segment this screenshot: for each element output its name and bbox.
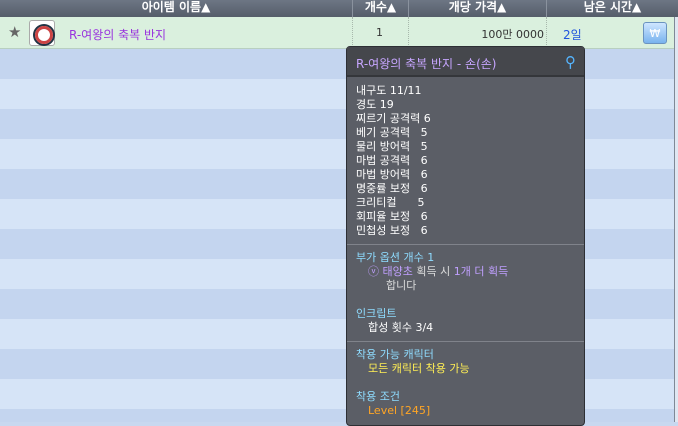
stat-line: 마법 방어력 6	[356, 168, 428, 181]
char-value: 모든 캐릭터 착용 가능	[368, 362, 470, 375]
tooltip-title: R-여왕의 축복 반지 - 손(손) ⚲	[347, 47, 584, 77]
stat-line: 명중률 보정 6	[356, 182, 428, 195]
option-line-cont: 합니다	[386, 279, 417, 292]
ring-icon	[29, 20, 55, 46]
option-line: ⓥ 태양초 획득 시 1개 더 획득	[368, 265, 509, 278]
table-header: 아이템 이름▲ 개수▲ 개당 가격▲ 남은 시간▲	[0, 0, 678, 17]
time-left: 2일	[563, 28, 582, 42]
option-header: 부가 옵션 개수 1	[356, 251, 435, 264]
stat-line: 찌르기 공격력 6	[356, 112, 431, 125]
money-bag-icon[interactable]: ₩	[643, 22, 667, 44]
stat-line: 내구도 11/11	[356, 84, 422, 97]
stat-line: 민첩성 보정 6	[356, 224, 428, 237]
column-price[interactable]: 개당 가격▲	[409, 0, 547, 17]
stat-line: 물리 방어력 5	[356, 140, 428, 153]
magnifier-icon: ⚲	[565, 53, 576, 71]
item-name: R-여왕의 축복 반지	[69, 28, 167, 42]
table-row[interactable]: ★ R-여왕의 축복 반지 1 100만 0000 2일 ₩	[0, 17, 674, 49]
inscript-value: 합성 횟수 3/4	[368, 321, 434, 334]
item-tooltip: R-여왕의 축복 반지 - 손(손) ⚲ 내구도 11/11 경도 19 찌르기 공격…	[346, 46, 585, 426]
cond-header: 착용 조건	[356, 390, 400, 403]
stat-line: 마법 공격력 6	[356, 154, 428, 167]
star-icon[interactable]: ★	[8, 23, 21, 41]
column-time[interactable]: 남은 시간▲	[547, 0, 678, 17]
stat-line: 베기 공격력 5	[356, 126, 428, 139]
char-header: 착용 가능 캐릭터	[356, 348, 434, 361]
stat-line: 경도 19	[356, 98, 394, 111]
column-item-name[interactable]: 아이템 이름▲	[0, 0, 353, 17]
item-count: 1	[376, 26, 383, 39]
column-count[interactable]: 개수▲	[353, 0, 409, 17]
stat-line: 회피율 보정 6	[356, 210, 428, 223]
item-price: 100만 0000	[481, 28, 544, 41]
scrollbar[interactable]	[674, 17, 678, 422]
stat-line: 크리티컬 5	[356, 196, 425, 209]
inscript-header: 인크립트	[356, 307, 397, 320]
cond-value: Level [245]	[368, 404, 431, 417]
